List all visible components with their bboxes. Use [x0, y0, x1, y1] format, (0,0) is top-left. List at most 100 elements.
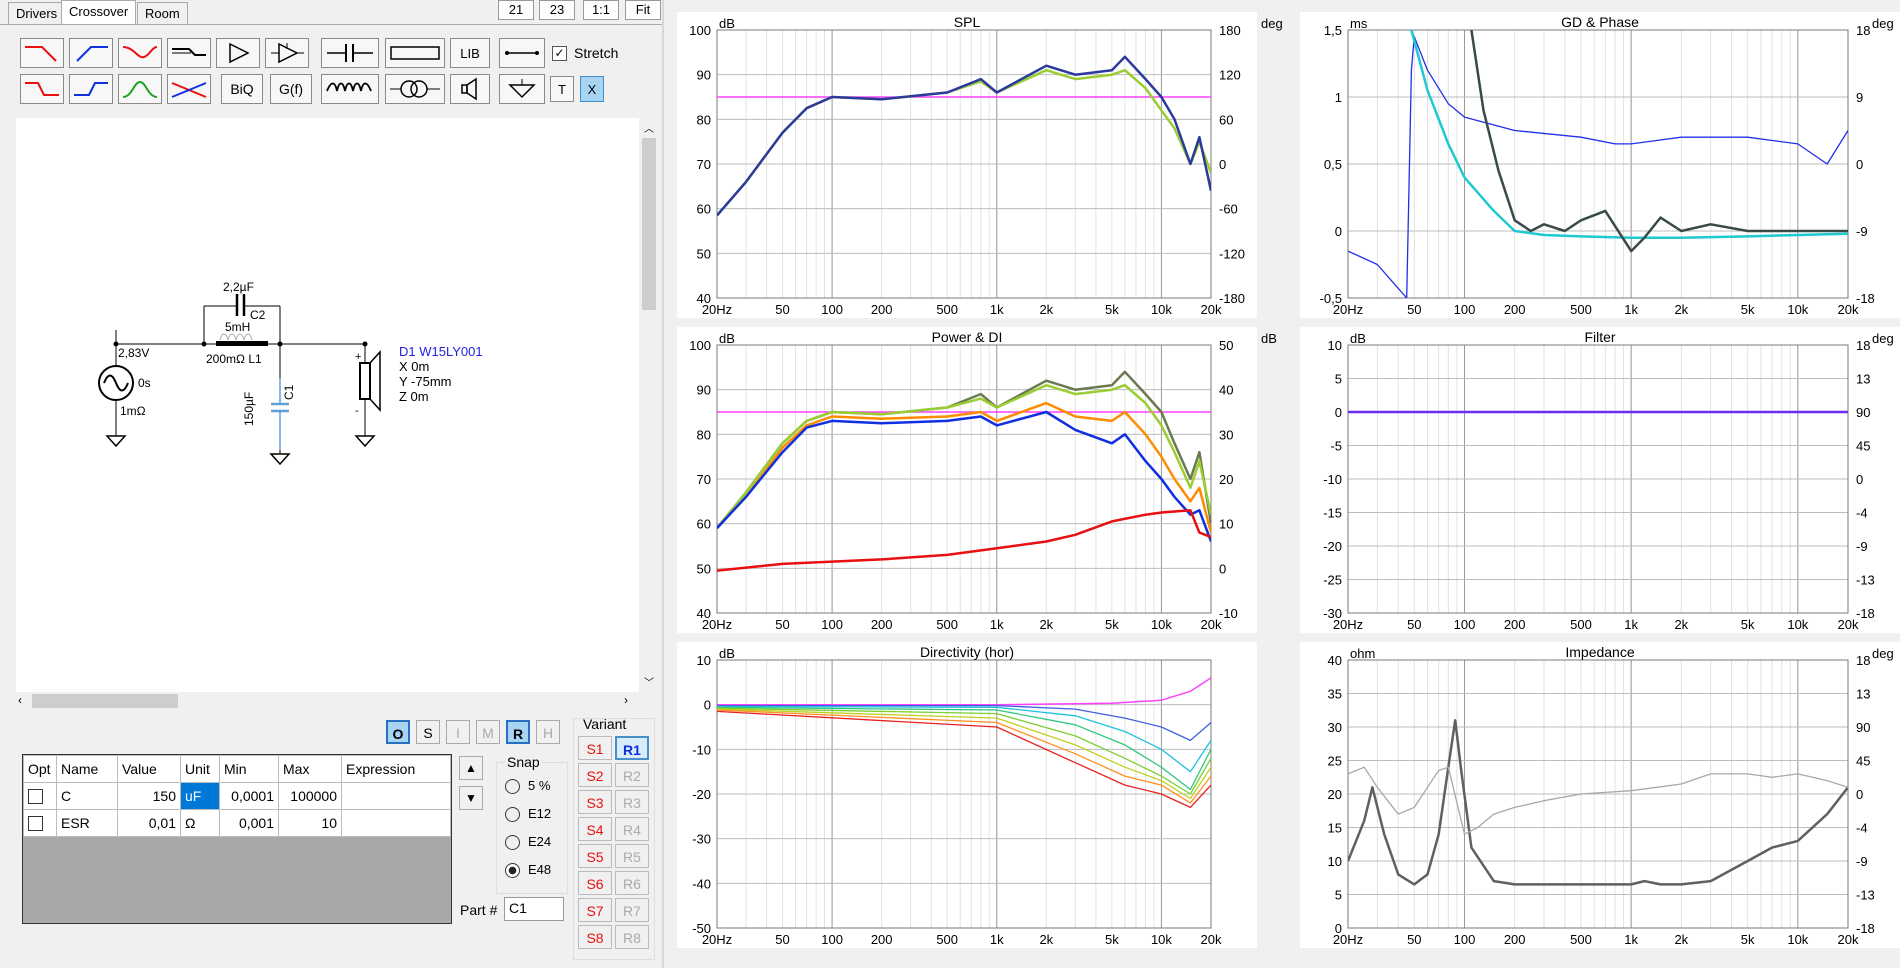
mode-r-button[interactable]: R — [506, 720, 530, 744]
variant-r7-button[interactable]: R7 — [615, 898, 649, 922]
value-cell[interactable]: 0,01 — [117, 809, 181, 837]
variant-r3-button[interactable]: R3 — [615, 790, 649, 814]
mode-h-button[interactable]: H — [536, 720, 560, 744]
variant-r1-button[interactable]: R1 — [615, 736, 649, 760]
gf-button[interactable]: G(f) — [270, 74, 312, 104]
zoom-21-button[interactable]: 21 — [498, 0, 534, 20]
lowpass-red-button[interactable] — [20, 38, 64, 68]
part-number-input[interactable]: C1 — [504, 897, 564, 921]
move-down-button[interactable]: ▼ — [459, 786, 483, 810]
tab-room[interactable]: Room — [137, 2, 188, 25]
unit-cell[interactable]: Ω — [180, 809, 220, 837]
capacitor-button[interactable] — [321, 38, 379, 68]
wire-button[interactable] — [499, 38, 545, 68]
resistor-icon — [390, 46, 440, 60]
variant-r6-button[interactable]: R6 — [615, 871, 649, 895]
scroll-down-icon[interactable]: ﹀ — [644, 674, 654, 689]
variant-r4-button[interactable]: R4 — [615, 817, 649, 841]
variant-s8-button[interactable]: S8 — [578, 925, 612, 949]
variant-r2-button[interactable]: R2 — [615, 763, 649, 787]
buffer-button[interactable] — [265, 38, 309, 68]
inductor-button[interactable] — [321, 74, 379, 104]
opt-checkbox-cell[interactable] — [23, 782, 57, 810]
variant-r5-button[interactable]: R5 — [615, 844, 649, 868]
x-tick-label: 10k — [1787, 302, 1808, 317]
expression-cell[interactable] — [341, 809, 451, 837]
variant-s3-button[interactable]: S3 — [578, 790, 612, 814]
min-cell[interactable]: 0,001 — [219, 809, 279, 837]
zoom-23-button[interactable]: 23 — [539, 0, 575, 20]
library-button[interactable]: LIB — [450, 38, 490, 68]
mode-s-button[interactable]: S — [416, 720, 440, 744]
snap-e24-radio[interactable]: E24 — [505, 834, 551, 851]
scroll-up-icon[interactable]: ︿ — [644, 120, 654, 135]
highpass-alt-button[interactable] — [69, 74, 113, 104]
zoom-fit-button[interactable]: Fit — [625, 0, 661, 20]
speaker-icon — [461, 77, 477, 101]
tab-crossover[interactable]: Crossover — [61, 0, 137, 25]
variant-s7-button[interactable]: S7 — [578, 898, 612, 922]
snap-5pct-radio[interactable]: 5 % — [505, 778, 550, 795]
panel-splitter[interactable] — [662, 0, 664, 968]
resistor-button[interactable] — [385, 38, 445, 68]
schematic-canvas[interactable]: + - 2,83V 0s 1mΩ 2,2µF C2 5mH 200mΩ L1 1… — [16, 118, 639, 692]
unit-cell[interactable]: uF — [180, 782, 220, 810]
horizontal-scroll-thumb[interactable] — [32, 694, 178, 708]
tab-drivers[interactable]: Drivers — [8, 2, 66, 25]
variant-s2-button[interactable]: S2 — [578, 763, 612, 787]
x-tick-label: 2k — [1039, 617, 1053, 632]
vertical-scroll-thumb[interactable] — [642, 138, 656, 310]
series-line-0 — [1348, 719, 1848, 886]
stretch-checkbox[interactable]: ✓ — [552, 46, 567, 61]
highpass-blue-button[interactable] — [69, 38, 113, 68]
scroll-right-icon[interactable]: › — [624, 693, 628, 707]
variant-s4-button[interactable]: S4 — [578, 817, 612, 841]
variant-s6-button[interactable]: S6 — [578, 871, 612, 895]
notch-red-button[interactable] — [118, 38, 162, 68]
canvas-horizontal-scrollbar[interactable]: ‹ › — [16, 692, 640, 710]
variant-s5-button[interactable]: S5 — [578, 844, 612, 868]
opt-checkbox[interactable] — [28, 789, 43, 805]
y2-tick-label: 0 — [1219, 561, 1226, 576]
variant-r8-button[interactable]: R8 — [615, 925, 649, 949]
opt-checkbox[interactable] — [28, 816, 43, 832]
speaker-button[interactable] — [450, 74, 490, 104]
x-tick-label: 500 — [1570, 617, 1592, 632]
amplifier-button[interactable] — [216, 38, 260, 68]
zoom-1to1-button[interactable]: 1:1 — [583, 0, 619, 20]
canvas-vertical-scrollbar[interactable]: ︿ ﹀ — [640, 118, 658, 692]
crossover-button[interactable] — [167, 74, 211, 104]
highpass-icon — [76, 46, 108, 62]
c2-value-label: 2,2µF — [223, 280, 254, 294]
lowpass-alt-button[interactable] — [20, 74, 64, 104]
text-button[interactable]: T — [550, 76, 574, 102]
snap-e12-radio[interactable]: E12 — [505, 806, 551, 823]
col-expression: Expression — [341, 755, 451, 783]
scroll-left-icon[interactable]: ‹ — [18, 693, 22, 707]
mode-o-button[interactable]: O — [386, 720, 410, 744]
opt-checkbox-cell[interactable] — [23, 809, 57, 837]
min-cell[interactable]: 0,0001 — [219, 782, 279, 810]
y2-tick-label: 60 — [1219, 112, 1233, 127]
delete-button[interactable]: X — [580, 76, 604, 102]
mode-i-button[interactable]: I — [446, 720, 470, 744]
ground-button[interactable] — [499, 74, 545, 104]
snap-e48-radio[interactable]: E48 — [505, 862, 551, 879]
dir-title: Directivity (hor) — [919, 644, 1015, 660]
bandpass-button[interactable] — [118, 74, 162, 104]
transformer-button[interactable] — [385, 74, 445, 104]
x-tick-label: 200 — [1504, 617, 1526, 632]
variant-s1-button[interactable]: S1 — [578, 736, 612, 760]
biquad-button[interactable]: BiQ — [221, 74, 263, 104]
spl-chart: 100 90 80 70 60 50 40 180 120 60 0 -60 -120 -180 20Hz 5… — [677, 12, 1283, 318]
mode-m-button[interactable]: M — [476, 720, 500, 744]
directivity-chart: 10 0 -10 -20 -30 -40 -50 20Hz 50 100 200 500 1k 2k 5k 1… — [677, 642, 1257, 948]
max-cell[interactable]: 10 — [278, 809, 342, 837]
expression-cell[interactable] — [341, 782, 451, 810]
y2-tick-label: -18 — [1856, 291, 1875, 306]
max-cell[interactable]: 100000 — [278, 782, 342, 810]
value-cell[interactable]: 150 — [117, 782, 181, 810]
shelf-button[interactable] — [167, 38, 211, 68]
col-name: Name — [56, 755, 118, 783]
move-up-button[interactable]: ▲ — [459, 756, 483, 780]
